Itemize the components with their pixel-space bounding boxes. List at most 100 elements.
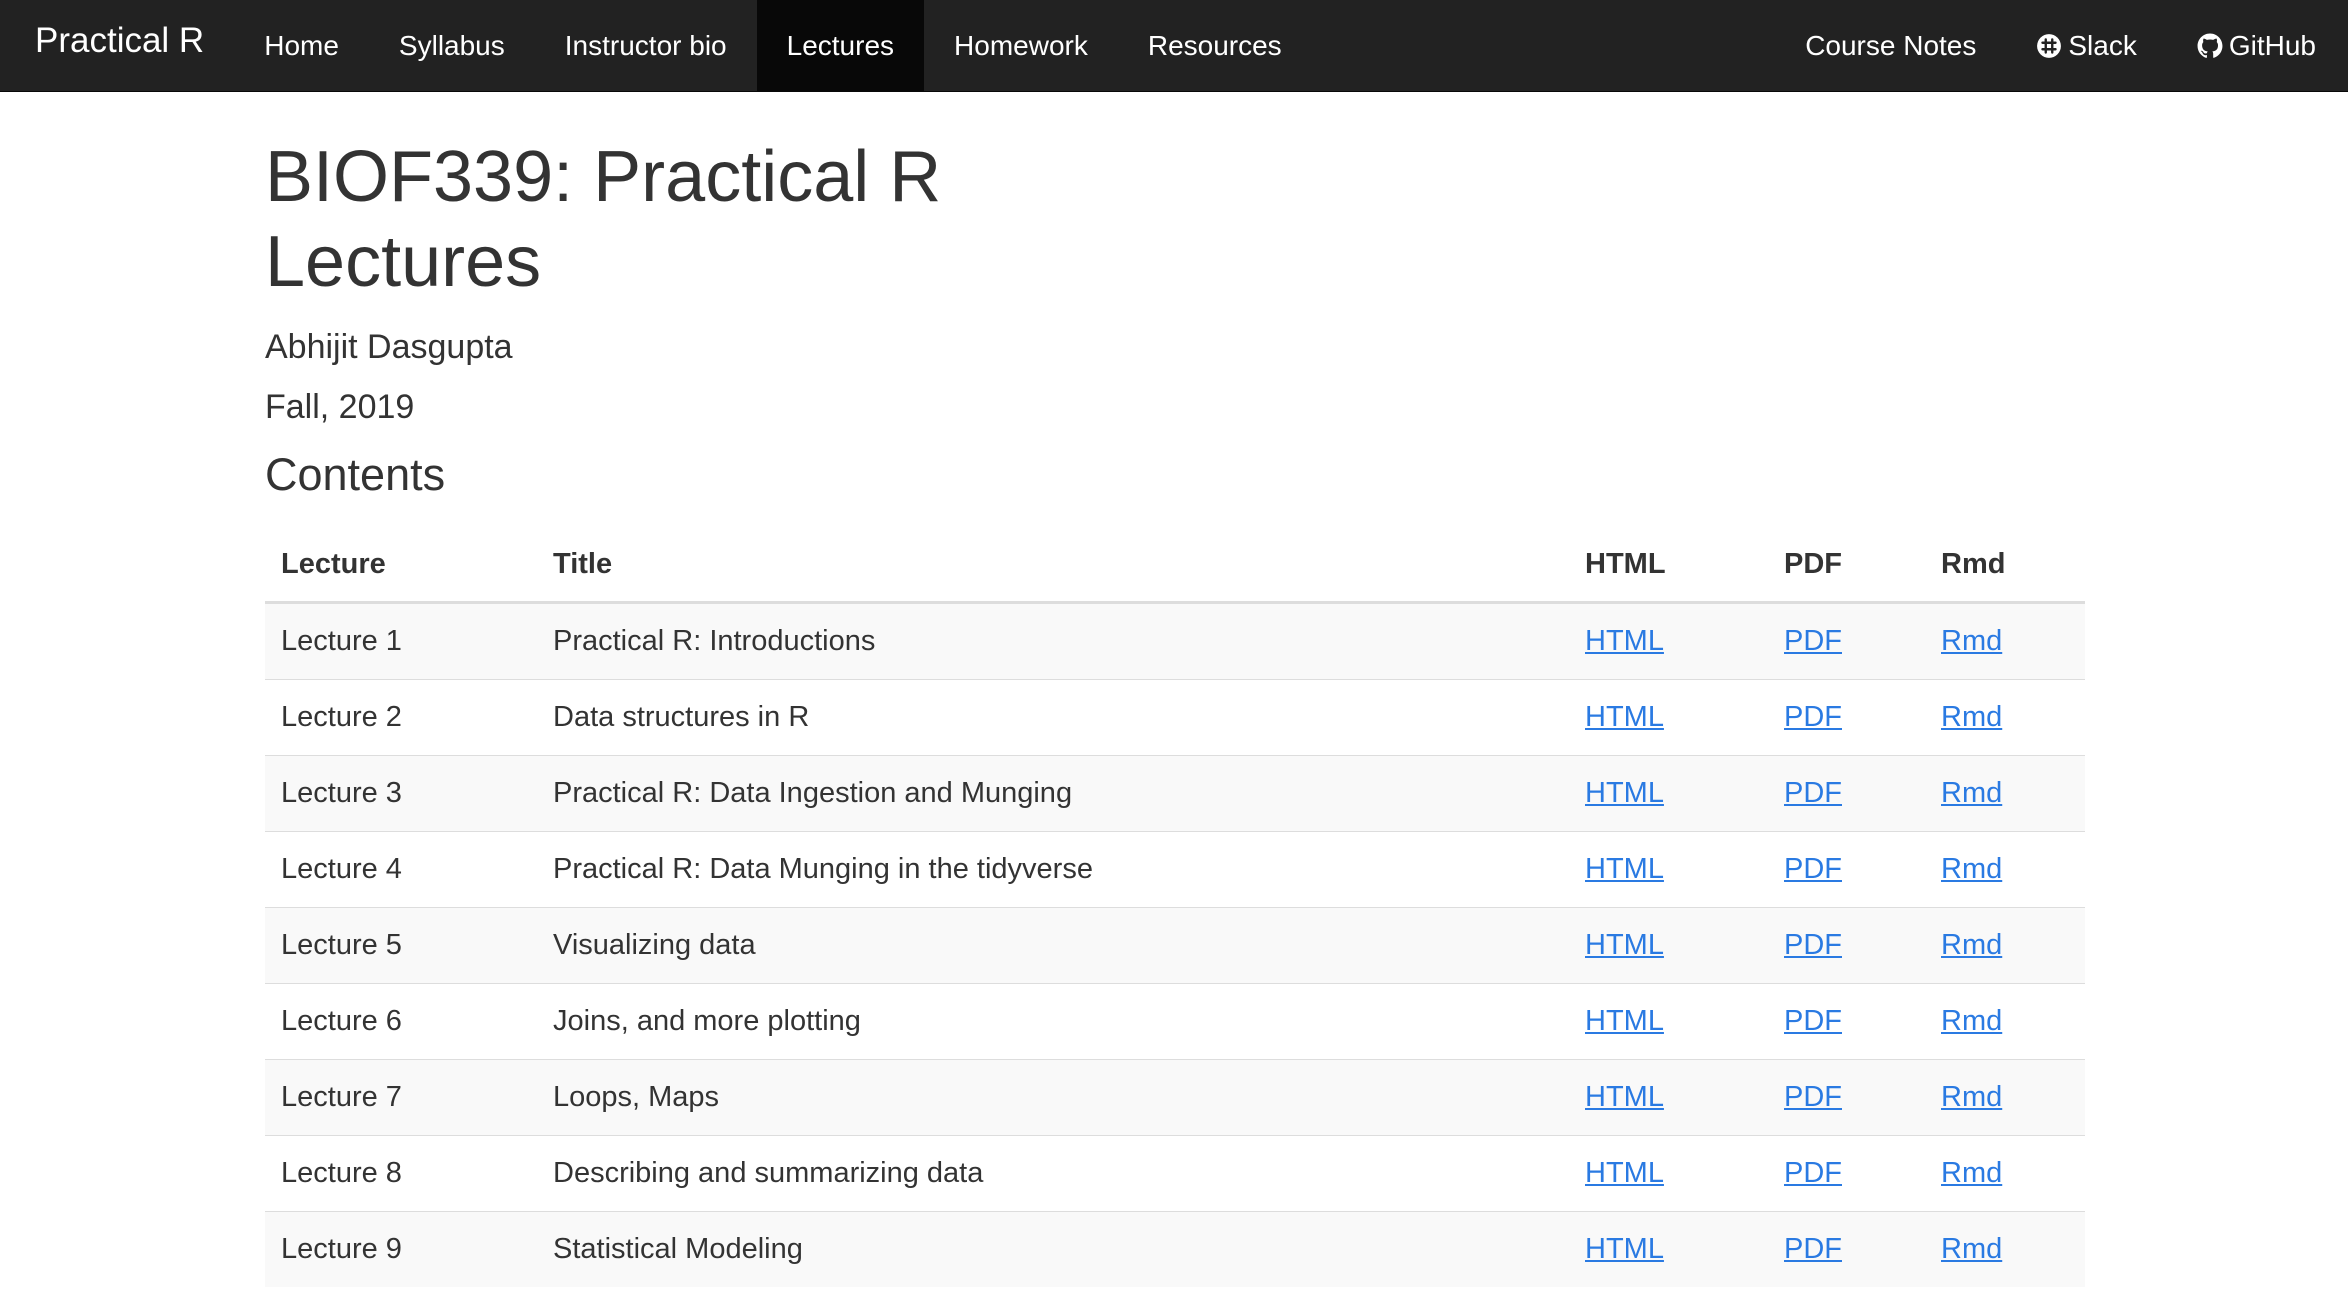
cell-pdf: PDF [1768, 983, 1925, 1060]
header-lecture: Lecture [265, 527, 537, 604]
main-content: BIOF339: Practical R Lectures Abhijit Da… [265, 91, 2085, 1287]
brand-link[interactable]: Practical R [0, 0, 234, 91]
nav-home[interactable]: Home [234, 0, 369, 91]
pdf-link[interactable]: PDF [1784, 929, 1842, 961]
pdf-link[interactable]: PDF [1784, 1005, 1842, 1037]
cell-lecture: Lecture 4 [265, 831, 537, 908]
rmd-link[interactable]: Rmd [1941, 1233, 2002, 1265]
cell-rmd: Rmd [1925, 755, 2085, 832]
cell-lecture: Lecture 8 [265, 1135, 537, 1212]
cell-lecture: Lecture 7 [265, 1059, 537, 1136]
html-link[interactable]: HTML [1585, 1233, 1664, 1265]
html-link[interactable]: HTML [1585, 1157, 1664, 1189]
cell-rmd: Rmd [1925, 679, 2085, 756]
nav-lectures[interactable]: Lectures [756, 0, 925, 91]
nav-resources[interactable]: Resources [1118, 0, 1312, 91]
slack-icon [2037, 33, 2062, 58]
cell-rmd: Rmd [1925, 1212, 2085, 1288]
cell-lecture: Lecture 5 [265, 907, 537, 984]
pdf-link[interactable]: PDF [1784, 701, 1842, 733]
pdf-link[interactable]: PDF [1784, 625, 1842, 657]
cell-pdf: PDF [1768, 679, 1925, 756]
cell-rmd: Rmd [1925, 1059, 2085, 1136]
pdf-link[interactable]: PDF [1784, 1081, 1842, 1113]
cell-title: Loops, Maps [537, 1059, 1569, 1136]
table-row: Lecture 2 Data structures in R HTML PDF Rmd [265, 679, 2085, 756]
table-row: Lecture 7 Loops, Maps HTML PDF Rmd [265, 1059, 2085, 1136]
rmd-link[interactable]: Rmd [1941, 853, 2002, 885]
author: Abhijit Dasgupta [265, 328, 513, 366]
html-link[interactable]: HTML [1585, 853, 1664, 885]
cell-title: Describing and summarizing data [537, 1135, 1569, 1212]
cell-title: Data structures in R [537, 679, 1569, 756]
nav-right: Course Notes Slack GitHub [1775, 0, 2348, 91]
nav-syllabus[interactable]: Syllabus [369, 0, 535, 91]
cell-pdf: PDF [1768, 831, 1925, 908]
html-link[interactable]: HTML [1585, 1005, 1664, 1037]
cell-html: HTML [1569, 679, 1768, 756]
cell-html: HTML [1569, 1212, 1768, 1288]
cell-pdf: PDF [1768, 755, 1925, 832]
date: Fall, 2019 [265, 388, 415, 426]
cell-html: HTML [1569, 1135, 1768, 1212]
cell-title: Practical R: Introductions [537, 602, 1569, 680]
cell-lecture: Lecture 3 [265, 755, 537, 832]
cell-lecture: Lecture 2 [265, 679, 537, 756]
html-link[interactable]: HTML [1585, 1081, 1664, 1113]
cell-html: HTML [1569, 1059, 1768, 1136]
cell-pdf: PDF [1768, 1135, 1925, 1212]
cell-lecture: Lecture 9 [281, 1233, 402, 1265]
cell-title: Visualizing data [537, 907, 1569, 984]
rmd-link[interactable]: Rmd [1941, 625, 2002, 657]
rmd-link[interactable]: Rmd [1941, 929, 2002, 961]
rmd-link[interactable]: Rmd [1941, 701, 2002, 733]
nav-course-notes[interactable]: Course Notes [1775, 0, 2006, 91]
cell-pdf: PDF [1768, 602, 1925, 680]
table-row: Lecture 8 Describing and summarizing data… [265, 1135, 2085, 1212]
html-link[interactable]: HTML [1585, 777, 1664, 809]
nav-homework[interactable]: Homework [924, 0, 1118, 91]
pdf-link[interactable]: PDF [1784, 777, 1842, 809]
table-row: Lecture 4 Practical R: Data Munging in th… [265, 831, 2085, 908]
html-link[interactable]: HTML [1585, 625, 1664, 657]
rmd-link[interactable]: Rmd [1941, 1081, 2002, 1113]
nav-instructor-bio[interactable]: Instructor bio [535, 0, 757, 91]
pdf-link[interactable]: PDF [1784, 1233, 1842, 1265]
nav-slack-label: Slack [2068, 29, 2137, 61]
cell-html: HTML [1569, 602, 1768, 680]
header-pdf: PDF [1768, 527, 1925, 604]
top-navbar: Practical R Home Syllabus Instructor bio… [0, 0, 2348, 92]
page-title: BIOF339: Practical R Lectures [265, 137, 942, 302]
cell-html: HTML [1569, 907, 1768, 984]
nav-left: Home Syllabus Instructor bio Lectures Ho… [234, 0, 1311, 91]
lecture-rows: Lecture 1 Practical R: Introductions HTML P… [265, 602, 2085, 1288]
contents-heading: Contents [265, 449, 446, 500]
github-icon [2197, 33, 2223, 58]
cell-rmd: Rmd [1925, 983, 2085, 1060]
cell-title: Statistical Modeling [553, 1233, 803, 1265]
table-row: Lecture 6 Joins, and more plotting HTML PDF… [265, 983, 2085, 1060]
table-row: Lecture 1 Practical R: Introductions HTML P… [265, 602, 2085, 680]
rmd-link[interactable]: Rmd [1941, 1005, 2002, 1037]
cell-lecture: Lecture 1 [265, 602, 537, 680]
nav-github-label: GitHub [2228, 29, 2316, 61]
cell-title: Practical R: Data Ingestion and Munging [537, 755, 1569, 832]
table-row: Lecture 9 Statistical Modeling HTML PDF Rmd [265, 1211, 2085, 1288]
pdf-link[interactable]: PDF [1784, 853, 1842, 885]
table-row: Lecture 3 Practical R: Data Ingestion and… [265, 755, 2085, 832]
cell-rmd: Rmd [1925, 907, 2085, 984]
html-link[interactable]: HTML [1585, 701, 1664, 733]
table-row: Lecture 5 Visualizing data HTML PDF Rmd [265, 907, 2085, 984]
cell-html: HTML [1569, 755, 1768, 832]
header-html: HTML [1569, 527, 1768, 604]
nav-github[interactable]: GitHub [2167, 0, 2346, 91]
cell-html: HTML [1569, 983, 1768, 1060]
nav-slack[interactable]: Slack [2006, 0, 2166, 91]
rmd-link[interactable]: Rmd [1941, 1157, 2002, 1189]
html-link[interactable]: HTML [1585, 929, 1664, 961]
pdf-link[interactable]: PDF [1784, 1157, 1842, 1189]
rmd-link[interactable]: Rmd [1941, 777, 2002, 809]
cell-pdf: PDF [1768, 907, 1925, 984]
cell-title: Joins, and more plotting [537, 983, 1569, 1060]
cell-rmd: Rmd [1925, 1135, 2085, 1212]
